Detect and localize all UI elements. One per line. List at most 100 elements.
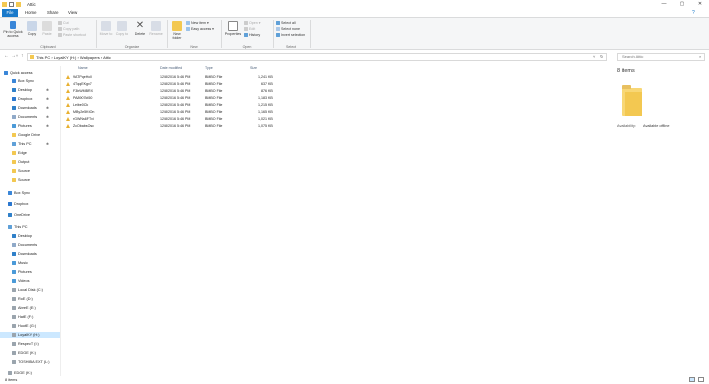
nav-pc-item[interactable]: Local Disk (C:): [12, 287, 43, 293]
nav-pc-item[interactable]: Videos: [12, 278, 30, 284]
large-icons-view-icon[interactable]: [698, 377, 704, 382]
table-row[interactable]: rGWNs6FTvi 12/8/2016 5:46 PM BMBO File 1…: [62, 116, 282, 122]
edit-button[interactable]: Edit: [244, 27, 255, 32]
nav-dropbox[interactable]: Dropbox: [8, 201, 28, 207]
tab-file[interactable]: File: [2, 9, 18, 17]
nav-quick-access[interactable]: Quick access: [4, 70, 33, 76]
nav-item[interactable]: Google Drive: [12, 132, 40, 138]
nav-item[interactable]: Downloads: [12, 105, 37, 111]
drive-icon: [12, 315, 16, 319]
nav-box-sync[interactable]: Box Sync: [8, 190, 30, 196]
nav-item[interactable]: Pictures: [12, 123, 32, 129]
maximize-button[interactable]: ▢: [675, 0, 689, 9]
nav-pc-item[interactable]: Desktop: [12, 233, 32, 239]
nav-pc-item-selected[interactable]: LoyalKY (H:): [0, 332, 60, 338]
invert-selection-button[interactable]: Invert selection: [276, 33, 305, 38]
column-header-size[interactable]: Size: [250, 66, 257, 70]
paste-shortcut-button[interactable]: Paste shortcut: [58, 33, 86, 38]
nav-pc-item[interactable]: Downloads: [12, 251, 37, 257]
tab-home[interactable]: Home: [22, 9, 39, 17]
table-row[interactable]: MBy2e5KtOn 12/8/2016 5:46 PM BMBO File 1…: [62, 109, 282, 115]
select-none-label: Select none: [281, 27, 300, 31]
nav-pc-item[interactable]: EDGE (K:): [12, 350, 36, 356]
table-row[interactable]: Leibe0Ck 12/8/2016 5:46 PM BMBO File 1,2…: [62, 102, 282, 108]
cut-button[interactable]: Cut: [58, 21, 69, 26]
nav-pc-item[interactable]: HuotE (G:): [12, 323, 36, 329]
close-button[interactable]: ✕: [693, 0, 707, 9]
tab-view[interactable]: View: [65, 9, 80, 17]
pin-icon[interactable]: ✱: [46, 115, 49, 119]
table-row[interactable]: PA8907kt50 12/8/2016 5:46 PM BMBO File 1…: [62, 95, 282, 101]
details-view-icon[interactable]: [689, 377, 695, 382]
nav-item[interactable]: Documents: [12, 114, 37, 120]
column-header-name[interactable]: Name: [78, 66, 88, 70]
rename-button[interactable]: Rename: [148, 21, 164, 36]
file-icon: [66, 102, 72, 108]
pin-icon[interactable]: ✱: [46, 97, 49, 101]
cut-icon: [58, 21, 62, 26]
nav-label: Box Sync: [14, 191, 31, 195]
open-button[interactable]: Open ▾: [244, 21, 261, 26]
nav-item[interactable]: Source: [12, 177, 30, 183]
nav-item[interactable]: Dropbox: [12, 96, 32, 102]
nav-onedrive[interactable]: OneDrive: [8, 212, 30, 218]
nav-pc-item[interactable]: TOSHIBA EXT (L:): [12, 359, 50, 365]
copy-button[interactable]: Copy: [26, 21, 38, 36]
delete-button[interactable]: ✕ Delete: [132, 21, 148, 37]
properties-icon[interactable]: [9, 2, 14, 7]
history-button[interactable]: History: [244, 33, 260, 38]
pin-icon[interactable]: ✱: [46, 142, 49, 146]
help-icon[interactable]: ?: [692, 10, 695, 16]
table-row[interactable]: 4TqqEKgx7 12/8/2016 5:46 PM BMBO File 63…: [62, 81, 282, 87]
pin-icon[interactable]: ✱: [46, 124, 49, 128]
recent-chevron-down-icon[interactable]: ˅: [16, 54, 18, 58]
properties-button[interactable]: Properties: [223, 21, 243, 36]
nav-item[interactable]: Desktop: [12, 87, 32, 93]
back-icon[interactable]: ←: [4, 53, 9, 59]
pane-divider[interactable]: [60, 66, 61, 376]
easy-access-button[interactable]: Easy access ▾: [186, 27, 214, 32]
copy-to-button[interactable]: Copy to: [115, 21, 129, 36]
chevron-down-icon[interactable]: ˅: [593, 54, 595, 59]
copy-to-label: Copy to: [115, 32, 129, 36]
select-all-button[interactable]: Select all: [276, 21, 296, 26]
paste-button[interactable]: Paste: [40, 21, 54, 36]
table-row[interactable]: ZcObabsOsc 12/8/2016 5:46 PM BMBO File 1…: [62, 123, 282, 129]
nav-item[interactable]: Source: [12, 168, 30, 174]
nav-pc-item[interactable]: Music: [12, 260, 28, 266]
nav-this-pc[interactable]: This PC: [8, 224, 28, 230]
nav-pc-item[interactable]: RoE (D:): [12, 296, 33, 302]
breadcrumb[interactable]: This PC › LoyalKY (H:) › Wallpapers › At…: [36, 55, 111, 60]
tab-share[interactable]: Share: [44, 9, 61, 17]
pin-icon[interactable]: ✱: [46, 106, 49, 110]
pin-quick-access-button[interactable]: Pin to Quick access: [2, 21, 24, 38]
nav-item[interactable]: Box Sync: [12, 78, 34, 84]
nav-pc-item[interactable]: Documents: [12, 242, 37, 248]
file-name: PA8907kt50: [73, 96, 93, 100]
table-row[interactable]: 9ATPqeHcll 12/8/2016 5:46 PM BMBO File 1…: [62, 74, 282, 80]
up-icon[interactable]: ↑: [21, 53, 24, 59]
column-header-type[interactable]: Type: [205, 66, 213, 70]
nav-item[interactable]: Output: [12, 159, 29, 165]
minimize-button[interactable]: —: [657, 0, 671, 9]
pin-icon[interactable]: ✱: [46, 88, 49, 92]
select-none-button[interactable]: Select none: [276, 27, 300, 32]
nav-pc-item[interactable]: Pictures: [12, 269, 32, 275]
column-header-date[interactable]: Date modified: [160, 66, 182, 70]
new-item-button[interactable]: New item ▾: [186, 21, 209, 26]
file-icon: [66, 74, 72, 80]
nav-pc-item[interactable]: RespecT (I:): [12, 341, 39, 347]
search-icon[interactable]: ⌕: [699, 54, 701, 59]
new-folder-icon[interactable]: [16, 2, 21, 7]
search-input[interactable]: Search Attic: [617, 52, 705, 61]
nav-item[interactable]: This PC: [12, 141, 32, 147]
table-row[interactable]: F3bWMBRX 12/8/2016 5:46 PM BMBO File 876…: [62, 88, 282, 94]
address-bar[interactable]: This PC › LoyalKY (H:) › Wallpapers › At…: [27, 52, 607, 61]
nav-pc-item[interactable]: HatE (F:): [12, 314, 33, 320]
refresh-icon[interactable]: ↻: [600, 54, 603, 59]
copy-path-button[interactable]: Copy path: [58, 27, 79, 32]
new-folder-button[interactable]: New folder: [170, 21, 184, 40]
move-to-button[interactable]: Move to: [99, 21, 113, 36]
nav-pc-item[interactable]: AbreE (E:): [12, 305, 36, 311]
nav-item[interactable]: Edge: [12, 150, 27, 156]
